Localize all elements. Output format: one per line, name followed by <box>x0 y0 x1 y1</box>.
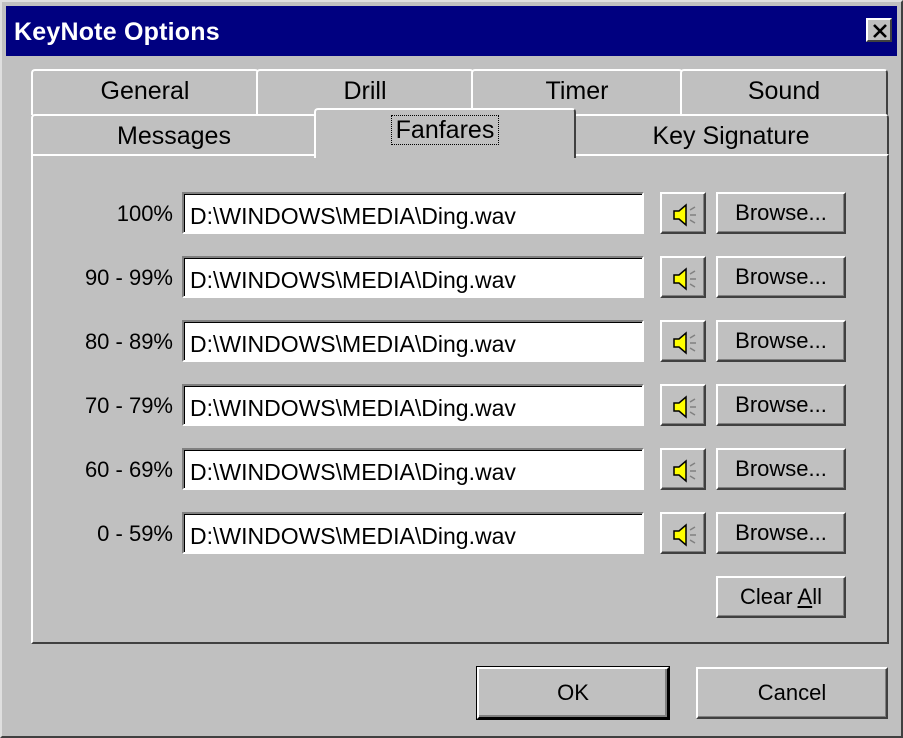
close-icon <box>873 24 887 38</box>
sound-path-input[interactable] <box>182 320 644 362</box>
score-range-label: 0 - 59% <box>97 521 173 546</box>
sound-path-input[interactable] <box>182 192 644 234</box>
window-title: KeyNote Options <box>14 18 220 46</box>
score-range-label: 100% <box>116 201 173 226</box>
sound-path-input[interactable] <box>182 384 644 426</box>
tab-fanfares[interactable]: Fanfares <box>314 108 576 158</box>
play-sound-button[interactable] <box>660 512 706 554</box>
tab-label: Sound <box>747 77 821 105</box>
tab-label: Timer <box>545 77 609 105</box>
sound-path-input[interactable] <box>182 448 644 490</box>
speaker-icon <box>673 395 696 419</box>
title-bar[interactable]: KeyNote Options <box>6 6 897 56</box>
close-button[interactable] <box>866 18 892 42</box>
play-sound-button[interactable] <box>660 320 706 362</box>
play-sound-button[interactable] <box>660 448 706 490</box>
clear-all-accelerator: A <box>797 584 813 609</box>
cancel-button[interactable]: Cancel <box>696 667 888 719</box>
browse-button[interactable]: Browse... <box>716 192 846 234</box>
speaker-icon <box>673 523 696 547</box>
sound-path-input[interactable] <box>182 512 644 554</box>
clear-all-label-prefix: Clear <box>740 584 798 609</box>
tab-sound[interactable]: Sound <box>680 69 888 115</box>
score-range-label: 70 - 79% <box>84 393 173 418</box>
tab-label: General <box>100 77 190 105</box>
play-sound-button[interactable] <box>660 256 706 298</box>
score-range-label: 60 - 69% <box>84 457 173 482</box>
ok-button[interactable]: OK <box>477 667 669 719</box>
speaker-icon <box>673 331 696 355</box>
score-range-label: 90 - 99% <box>84 265 173 290</box>
clear-all-label-suffix: ll <box>812 584 822 609</box>
speaker-icon <box>673 203 696 227</box>
browse-button[interactable]: Browse... <box>716 256 846 298</box>
browse-button[interactable]: Browse... <box>716 448 846 490</box>
tab-label: Drill <box>343 77 387 105</box>
play-sound-button[interactable] <box>660 192 706 234</box>
tab-general[interactable]: General <box>31 69 259 115</box>
speaker-icon <box>673 459 696 483</box>
browse-button[interactable]: Browse... <box>716 320 846 362</box>
tab-label: Messages <box>117 122 231 150</box>
tab-messages[interactable]: Messages <box>31 114 317 156</box>
tab-label: Key Signature <box>652 122 810 150</box>
browse-button[interactable]: Browse... <box>716 512 846 554</box>
score-range-label: 80 - 89% <box>84 329 173 354</box>
play-sound-button[interactable] <box>660 384 706 426</box>
sound-path-input[interactable] <box>182 256 644 298</box>
options-dialog: KeyNote Options General Drill Timer Soun… <box>0 0 903 738</box>
browse-button[interactable]: Browse... <box>716 384 846 426</box>
speaker-icon <box>673 267 696 291</box>
tab-label: Fanfares <box>390 115 500 145</box>
clear-all-button[interactable]: Clear All <box>716 576 846 618</box>
tab-key-signature[interactable]: Key Signature <box>573 114 889 156</box>
fanfares-panel: 100% Browse... 90 - 99% Browse... 80 - 8… <box>31 154 889 644</box>
